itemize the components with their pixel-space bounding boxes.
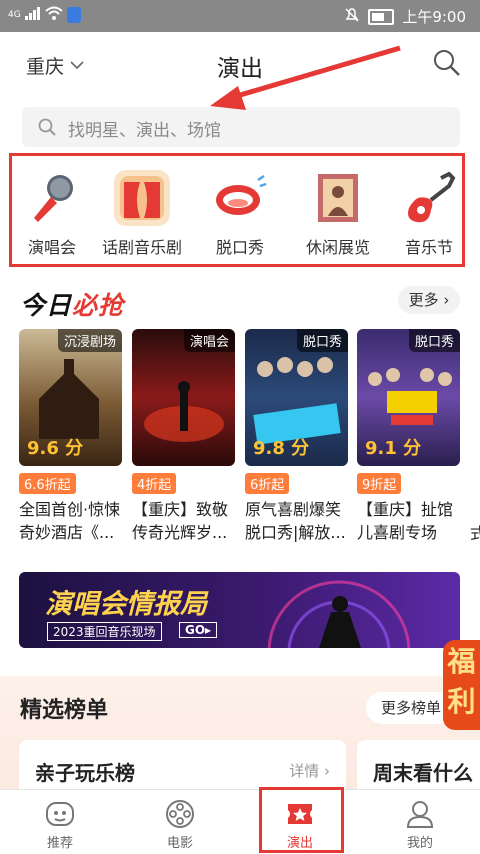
poster-image: 脱口秀 9.8 分 — [245, 329, 348, 466]
search-icon — [38, 118, 56, 136]
tab-movie[interactable]: 电影 — [120, 790, 240, 854]
category-standup[interactable]: 脱口秀 — [195, 170, 285, 258]
genre-tag: 演唱会 — [183, 329, 235, 352]
show-title: 【重庆】致敬传奇光辉岁... — [132, 500, 229, 542]
wifi-icon — [45, 6, 63, 24]
more-button[interactable]: 更多 › — [398, 286, 460, 314]
show-card[interactable]: 沉浸剧场 9.6 分 6.6折起 全国首创·惊悚奇妙酒店《... — [19, 329, 122, 544]
category-drama[interactable]: 话剧音乐剧 — [97, 170, 187, 258]
section-title-ranking: 精选榜单 — [20, 698, 109, 723]
banner-go: GO▸ — [179, 622, 218, 638]
poster-image: 沉浸剧场 9.6 分 — [19, 329, 122, 466]
genre-tag: 沉浸剧场 — [57, 329, 122, 352]
tab-mine[interactable]: 我的 — [360, 790, 480, 854]
poster-image: 演唱会 — [132, 329, 235, 466]
show-card[interactable]: 演唱会 4折起 【重庆】致敬传奇光辉岁... — [132, 329, 235, 544]
genre-tag: 脱口秀 — [296, 329, 348, 352]
tab-label: 电影 — [166, 836, 193, 851]
film-reel-icon — [164, 798, 196, 830]
painting-frame-icon — [310, 170, 366, 226]
category-label: 音乐节 — [404, 238, 453, 257]
tab-label: 我的 — [406, 836, 433, 851]
tab-label: 推荐 — [46, 836, 73, 851]
category-label: 休闲展览 — [305, 238, 370, 257]
concert-banner[interactable]: 演唱会情报局 2023重回音乐现场 GO▸ — [19, 572, 460, 648]
category-label: 脱口秀 — [215, 238, 264, 257]
next-card-edge: 式 — [470, 524, 480, 543]
stage-curtain-icon — [114, 170, 170, 226]
signal-bars-icon — [24, 6, 41, 24]
discount-badge: 6.6折起 — [19, 473, 76, 494]
battery-icon — [368, 8, 395, 25]
rating-score: 9.6 分 — [27, 438, 84, 459]
microphone-icon — [24, 170, 80, 226]
rating-score: 9.8 分 — [253, 438, 310, 459]
rating-score: 9.1 分 — [365, 438, 422, 459]
category-music-festival[interactable]: 音乐节 — [384, 170, 474, 258]
tab-recommend[interactable]: 推荐 — [0, 790, 120, 854]
guitar-icon — [401, 170, 457, 226]
show-title: 【重庆】扯馆儿喜剧专场—... — [357, 500, 454, 542]
floating-promo-badge[interactable]: 福利 — [443, 640, 480, 730]
bottom-tab-bar: 推荐 电影 演出 我的 — [0, 789, 480, 854]
banner-title: 演唱会情报局 — [45, 589, 207, 620]
poster-image: 脱口秀 9.1 分 — [357, 329, 460, 466]
status-bar: 4G 上午9:00 — [0, 0, 480, 32]
discount-badge: 9折起 — [357, 473, 402, 494]
face-icon — [44, 798, 76, 830]
signal-label: 4G — [8, 10, 21, 20]
banner-subtitle: 2023重回音乐现场 — [47, 622, 162, 641]
shield-icon — [66, 7, 81, 23]
category-row: 演唱会 话剧音乐剧 脱口秀 休闲展览 音乐节 — [9, 153, 465, 267]
show-title: 原气喜剧爆笑脱口秀|解放... — [245, 500, 346, 542]
active-tab-highlight — [259, 787, 344, 853]
search-icon[interactable] — [432, 48, 462, 78]
annotation-arrow-icon — [210, 45, 401, 110]
ranking-name: 周末看什么 — [373, 761, 473, 785]
show-card[interactable]: 脱口秀 9.1 分 9折起 【重庆】扯馆儿喜剧专场—... — [357, 329, 460, 544]
title-part: 今日 — [20, 291, 73, 320]
category-concert[interactable]: 演唱会 — [7, 170, 97, 258]
mute-bell-icon — [344, 7, 360, 27]
show-card[interactable]: 脱口秀 9.8 分 6折起 原气喜剧爆笑脱口秀|解放... — [245, 329, 348, 544]
category-label: 话剧音乐剧 — [101, 238, 182, 257]
search-placeholder: 找明星、演出、场馆 — [68, 121, 221, 141]
ranking-detail-link[interactable]: 详情 › — [289, 760, 330, 781]
discount-badge: 4折起 — [132, 473, 177, 494]
user-icon — [404, 798, 436, 830]
title-part-highlight: 必抢 — [72, 291, 125, 320]
category-exhibition[interactable]: 休闲展览 — [293, 170, 383, 258]
discount-badge: 6折起 — [245, 473, 290, 494]
status-time: 上午9:00 — [402, 8, 466, 26]
ranking-name: 亲子玩乐榜 — [35, 761, 135, 785]
genre-tag: 脱口秀 — [408, 329, 460, 352]
section-title-today: 今日必抢 — [20, 286, 124, 322]
category-label: 演唱会 — [27, 238, 76, 257]
show-title: 全国首创·惊悚奇妙酒店《... — [19, 500, 121, 542]
mouth-icon — [212, 170, 268, 226]
